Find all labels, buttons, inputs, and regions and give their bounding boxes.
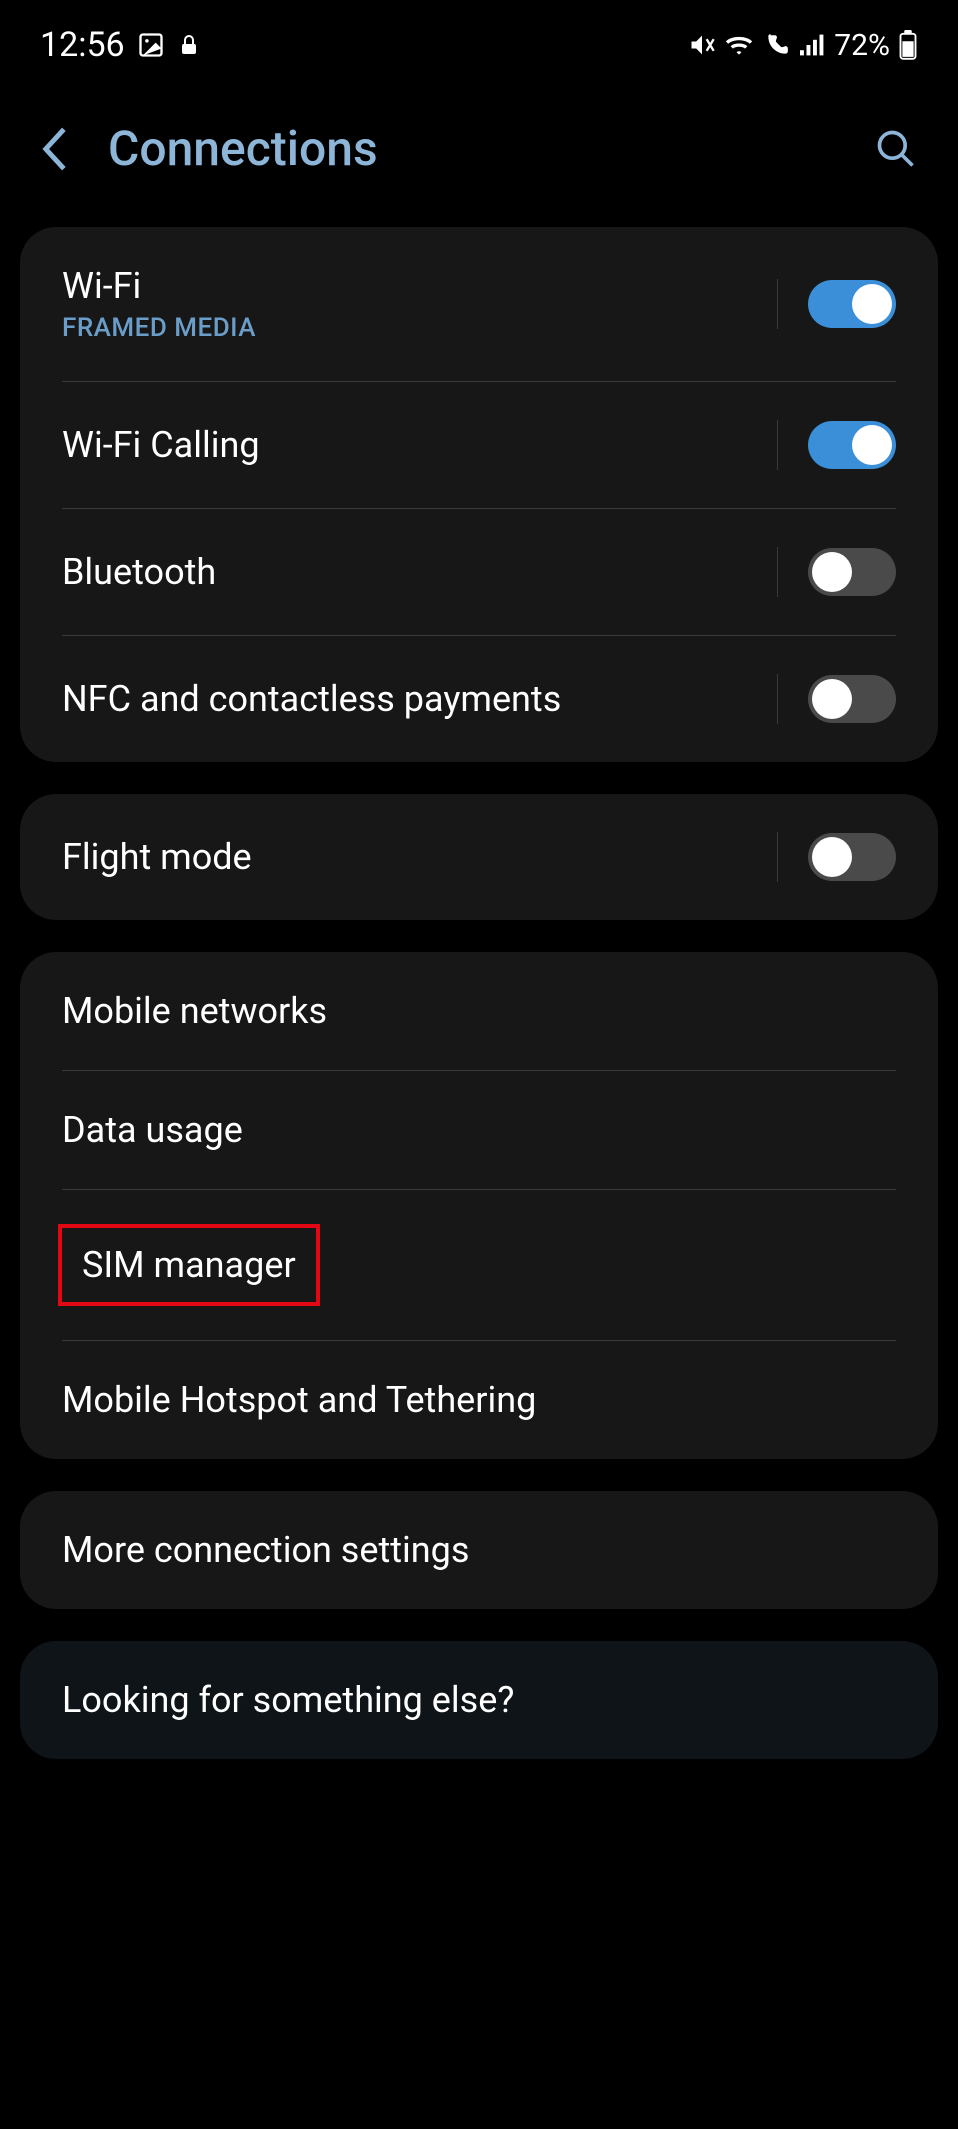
wifi-calling-toggle[interactable] (808, 421, 896, 469)
bluetooth-toggle[interactable] (808, 548, 896, 596)
row-title: Wi-Fi (62, 265, 777, 307)
image-icon (137, 31, 165, 59)
mute-icon (688, 31, 716, 59)
more-connection-row[interactable]: More connection settings (20, 1491, 938, 1609)
settings-group: Flight mode (20, 794, 938, 920)
wifi-calling-row[interactable]: Wi-Fi Calling (20, 382, 938, 508)
lock-icon (177, 31, 201, 59)
settings-group: Mobile networks Data usage SIM manager M… (20, 952, 938, 1459)
toggle-divider (777, 420, 778, 470)
looking-for-row[interactable]: Looking for something else? (20, 1641, 938, 1759)
data-usage-row[interactable]: Data usage (20, 1071, 938, 1189)
flight-mode-row[interactable]: Flight mode (20, 794, 938, 920)
row-title: Mobile networks (62, 990, 896, 1032)
bluetooth-row[interactable]: Bluetooth (20, 509, 938, 635)
mobile-hotspot-row[interactable]: Mobile Hotspot and Tethering (20, 1341, 938, 1459)
flight-mode-toggle[interactable] (808, 833, 896, 881)
search-button[interactable] (874, 127, 918, 171)
row-title: Looking for something else? (62, 1679, 896, 1721)
sim-manager-row[interactable]: SIM manager (20, 1190, 938, 1340)
wifi-row[interactable]: Wi-Fi FRAMED MEDIA (20, 227, 938, 381)
row-title: Bluetooth (62, 551, 777, 593)
wifi-calling-icon (762, 32, 792, 58)
nfc-row[interactable]: NFC and contactless payments (20, 636, 938, 762)
page-title: Connections (108, 120, 834, 177)
nfc-toggle[interactable] (808, 675, 896, 723)
row-title: Wi-Fi Calling (62, 424, 777, 466)
settings-group: More connection settings (20, 1491, 938, 1609)
wifi-icon (724, 33, 754, 57)
toggle-divider (777, 547, 778, 597)
row-title: Flight mode (62, 836, 777, 878)
wifi-toggle[interactable] (808, 280, 896, 328)
back-button[interactable] (40, 126, 68, 172)
toggle-divider (777, 279, 778, 329)
row-title: Data usage (62, 1109, 896, 1151)
toggle-divider (777, 832, 778, 882)
row-title: More connection settings (62, 1529, 896, 1571)
header: Connections (0, 80, 958, 227)
toggle-divider (777, 674, 778, 724)
battery-percent: 72% (834, 28, 890, 63)
settings-group: Wi-Fi FRAMED MEDIA Wi-Fi Calling Bluetoo… (20, 227, 938, 762)
signal-icon (800, 34, 826, 56)
status-bar: 12:56 72% (0, 0, 958, 80)
row-title: NFC and contactless payments (62, 678, 777, 720)
row-title: Mobile Hotspot and Tethering (62, 1379, 896, 1421)
mobile-networks-row[interactable]: Mobile networks (20, 952, 938, 1070)
status-left: 12:56 (40, 25, 201, 65)
battery-icon (898, 30, 918, 60)
settings-group: Looking for something else? (20, 1641, 938, 1759)
status-time: 12:56 (40, 25, 125, 65)
row-subtitle: FRAMED MEDIA (62, 313, 777, 343)
row-title: SIM manager (58, 1224, 320, 1306)
status-right: 72% (688, 28, 918, 63)
